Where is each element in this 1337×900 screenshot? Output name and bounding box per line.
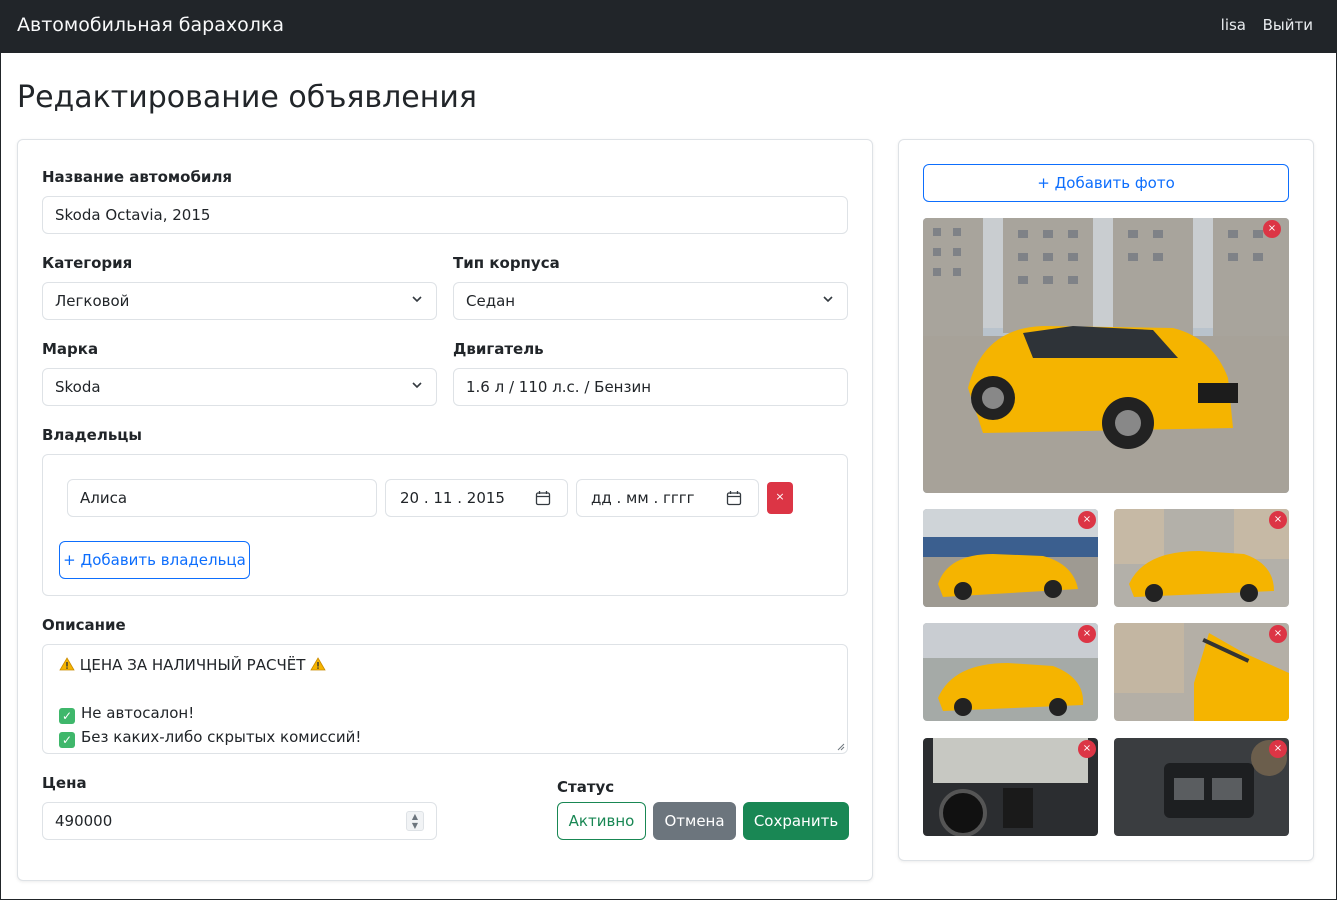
price-value: 490000 bbox=[55, 812, 113, 830]
remove-photo-button[interactable]: × bbox=[1269, 511, 1287, 529]
chevron-down-icon bbox=[412, 382, 422, 389]
description-line: ✓ bbox=[59, 749, 831, 753]
car-photo-thumb[interactable]: × bbox=[1114, 738, 1289, 836]
description-textarea[interactable]: ЦЕНА ЗА НАЛИЧНЫЙ РАСЧЁТ ✓ Не автосалон! ✓… bbox=[42, 644, 848, 754]
remove-photo-button[interactable]: × bbox=[1078, 740, 1096, 758]
price-label: Цена bbox=[42, 774, 87, 792]
navbar: Автомобильная барахолка lisa Выйти bbox=[0, 0, 1337, 52]
logout-link[interactable]: Выйти bbox=[1263, 16, 1313, 34]
car-photo-thumb[interactable]: × bbox=[923, 509, 1098, 607]
car-photo-thumb[interactable]: × bbox=[1114, 623, 1289, 721]
car-photo-thumb[interactable]: × bbox=[1114, 509, 1289, 607]
owners-label: Владельцы bbox=[42, 426, 142, 444]
warning-icon bbox=[310, 657, 326, 671]
status-label: Статус bbox=[557, 778, 615, 796]
status-active-button[interactable]: Активно bbox=[557, 802, 646, 840]
warning-icon bbox=[59, 657, 75, 671]
chevron-down-icon bbox=[412, 296, 422, 303]
listing-form-card: Название автомобиля Skoda Octavia, 2015 … bbox=[17, 139, 873, 881]
add-owner-button[interactable]: + Добавить владельца bbox=[59, 541, 250, 579]
category-select[interactable]: Легковой bbox=[42, 282, 437, 320]
remove-owner-button[interactable]: × bbox=[767, 482, 793, 514]
description-label: Описание bbox=[42, 616, 126, 634]
category-label: Категория bbox=[42, 254, 133, 272]
page: Редактирование объявления Название автом… bbox=[1, 53, 1336, 899]
description-line: ✓ Без каких-либо скрытых комиссий! bbox=[59, 725, 831, 749]
body-type-select[interactable]: Седан bbox=[453, 282, 848, 320]
calendar-icon[interactable] bbox=[726, 490, 742, 506]
calendar-icon[interactable] bbox=[535, 490, 551, 506]
owner-date-to-placeholder: дд . мм . гггг bbox=[591, 489, 695, 507]
page-title: Редактирование объявления bbox=[17, 80, 477, 115]
description-line: ЦЕНА ЗА НАЛИЧНЫЙ РАСЧЁТ bbox=[59, 653, 831, 677]
engine-input[interactable]: 1.6 л / 110 л.с. / Бензин bbox=[453, 368, 848, 406]
car-photo-thumb[interactable]: × bbox=[923, 738, 1098, 836]
save-button[interactable]: Сохранить bbox=[743, 802, 849, 840]
add-photo-button[interactable]: + Добавить фото bbox=[923, 164, 1289, 202]
brand-link[interactable]: Автомобильная барахолка bbox=[17, 14, 284, 36]
remove-photo-button[interactable]: × bbox=[1263, 220, 1281, 238]
category-value: Легковой bbox=[55, 292, 130, 310]
owner-name-input[interactable]: Алиса bbox=[67, 479, 377, 517]
description-line: ✓ Не автосалон! bbox=[59, 701, 831, 725]
body-type-value: Седан bbox=[466, 292, 516, 310]
check-icon: ✓ bbox=[59, 708, 75, 724]
check-icon: ✓ bbox=[59, 732, 75, 748]
remove-photo-button[interactable]: × bbox=[1269, 740, 1287, 758]
owner-date-to-input[interactable]: дд . мм . гггг bbox=[576, 479, 759, 517]
car-photo-thumb[interactable]: × bbox=[923, 623, 1098, 721]
remove-photo-button[interactable]: × bbox=[1269, 625, 1287, 643]
chevron-down-icon bbox=[823, 296, 833, 303]
brand-value: Skoda bbox=[55, 378, 101, 396]
number-stepper-icon[interactable]: ▲ ▼ bbox=[406, 811, 424, 831]
remove-photo-button[interactable]: × bbox=[1078, 625, 1096, 643]
user-link[interactable]: lisa bbox=[1221, 16, 1246, 34]
remove-photo-button[interactable]: × bbox=[1078, 511, 1096, 529]
engine-label: Двигатель bbox=[453, 340, 544, 358]
name-input[interactable]: Skoda Octavia, 2015 bbox=[42, 196, 848, 234]
price-input[interactable]: 490000 ▲ ▼ bbox=[42, 802, 437, 840]
brand-select[interactable]: Skoda bbox=[42, 368, 437, 406]
description-line bbox=[59, 677, 831, 701]
photos-card: + Добавить фото × × × × × × × bbox=[898, 139, 1314, 861]
owner-date-from-input[interactable]: 20 . 11 . 2015 bbox=[385, 479, 568, 517]
name-label: Название автомобиля bbox=[42, 168, 233, 186]
resize-handle-icon[interactable] bbox=[837, 743, 845, 751]
car-photo-main[interactable]: × bbox=[923, 218, 1289, 493]
owners-box: Алиса 20 . 11 . 2015 дд . мм . гггг × + … bbox=[42, 454, 848, 596]
owner-date-from-value: 20 . 11 . 2015 bbox=[400, 489, 505, 507]
brand-label: Марка bbox=[42, 340, 99, 358]
cancel-button[interactable]: Отмена bbox=[653, 802, 736, 840]
body-type-label: Тип корпуса bbox=[453, 254, 560, 272]
